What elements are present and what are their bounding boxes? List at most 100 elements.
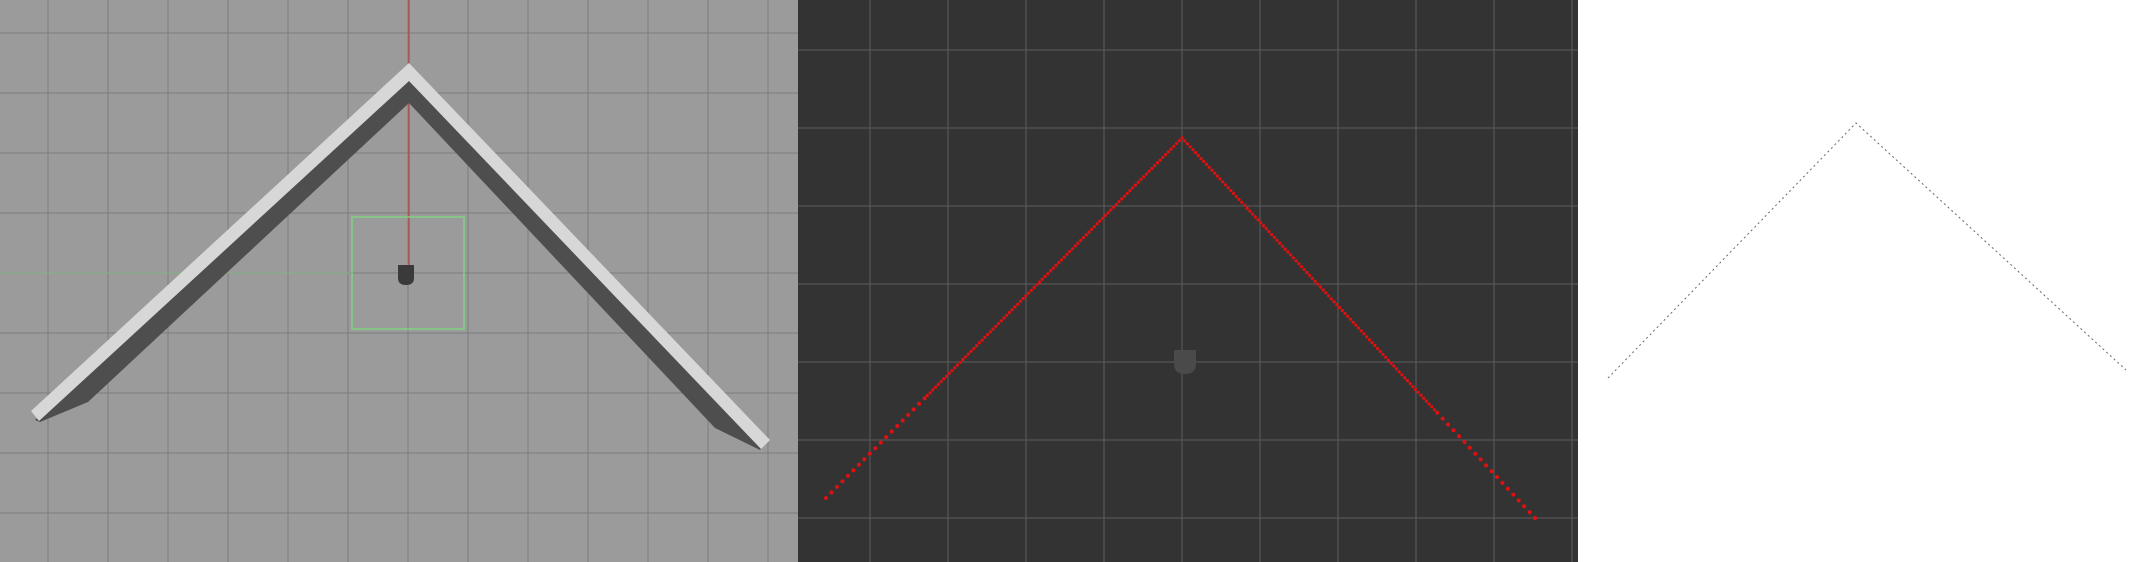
point-marker bbox=[1422, 396, 1426, 400]
point-marker bbox=[1144, 172, 1148, 176]
outline-viewport[interactable] bbox=[1578, 0, 2139, 562]
point-marker bbox=[1321, 288, 1325, 292]
point-marker bbox=[835, 484, 839, 489]
point-marker bbox=[1207, 165, 1211, 169]
point-marker bbox=[1174, 141, 1179, 146]
point-marker bbox=[867, 451, 872, 456]
outline-viewport-canvas[interactable] bbox=[1578, 0, 2139, 562]
point-marker bbox=[1043, 274, 1047, 279]
point-marker bbox=[933, 385, 938, 389]
point-marker bbox=[942, 377, 946, 381]
point-marker bbox=[1253, 215, 1257, 219]
point-marker bbox=[1310, 276, 1314, 280]
point-marker bbox=[1035, 283, 1039, 287]
point-marker bbox=[1367, 338, 1371, 342]
point-marker bbox=[1489, 469, 1494, 474]
point-marker bbox=[1155, 161, 1159, 165]
point-marker bbox=[1087, 230, 1091, 234]
point-marker bbox=[1405, 379, 1409, 383]
point-marker bbox=[824, 496, 828, 500]
point-marker bbox=[953, 366, 957, 370]
point-marker bbox=[1070, 247, 1075, 251]
point-marker bbox=[1308, 273, 1312, 277]
point-marker bbox=[1038, 280, 1042, 284]
point-marker bbox=[1384, 355, 1388, 359]
point-marker bbox=[944, 374, 949, 378]
point-marker bbox=[983, 335, 987, 339]
point-marker bbox=[1185, 142, 1189, 146]
point-marker bbox=[1150, 166, 1154, 171]
point-marker bbox=[1299, 265, 1304, 269]
points-viewport[interactable] bbox=[798, 0, 1578, 562]
point-marker bbox=[925, 393, 929, 398]
point-marker bbox=[1136, 180, 1140, 184]
point-marker bbox=[1139, 177, 1143, 182]
point-marker bbox=[1122, 194, 1127, 198]
point-marker bbox=[1495, 475, 1499, 480]
point-marker bbox=[1051, 266, 1055, 270]
point-marker bbox=[1419, 393, 1423, 397]
point-marker bbox=[1430, 405, 1434, 409]
point-marker bbox=[1054, 263, 1058, 267]
point-marker bbox=[1327, 294, 1331, 298]
point-marker bbox=[1256, 218, 1260, 222]
point-marker bbox=[906, 412, 911, 417]
point-marker bbox=[1473, 451, 1478, 456]
point-marker bbox=[1164, 153, 1168, 157]
point-marker bbox=[1251, 212, 1255, 216]
point-marker bbox=[1213, 171, 1217, 175]
point-marker bbox=[1007, 310, 1012, 315]
point-marker bbox=[1522, 504, 1527, 509]
point-marker bbox=[1451, 428, 1456, 433]
pivot-icon[interactable] bbox=[1174, 350, 1196, 374]
point-marker bbox=[1002, 316, 1006, 320]
point-marker bbox=[1240, 200, 1244, 204]
point-marker bbox=[1446, 422, 1451, 427]
point-marker bbox=[1169, 147, 1173, 151]
point-marker bbox=[1040, 277, 1044, 281]
point-marker bbox=[1505, 486, 1510, 491]
point-marker bbox=[889, 429, 894, 434]
point-marker bbox=[1335, 303, 1339, 307]
point-marker bbox=[1400, 373, 1404, 377]
point-marker bbox=[1516, 498, 1521, 503]
point-marker bbox=[1196, 153, 1200, 158]
shaded-viewport[interactable] bbox=[0, 0, 798, 562]
point-marker bbox=[873, 446, 878, 451]
point-marker bbox=[856, 462, 861, 467]
point-marker bbox=[1267, 229, 1271, 234]
point-marker bbox=[1411, 384, 1415, 389]
point-marker bbox=[1133, 183, 1137, 187]
point-marker bbox=[1332, 300, 1336, 304]
point-marker bbox=[1232, 191, 1236, 196]
point-marker bbox=[1280, 244, 1285, 248]
point-marker bbox=[1392, 364, 1396, 368]
point-marker bbox=[1125, 191, 1129, 195]
point-marker bbox=[972, 346, 976, 351]
shaded-viewport-canvas[interactable] bbox=[0, 0, 798, 562]
point-marker bbox=[1261, 224, 1266, 228]
point-marker bbox=[1354, 323, 1358, 327]
point-marker bbox=[1424, 399, 1428, 403]
point-marker bbox=[961, 357, 965, 362]
point-marker bbox=[1062, 255, 1066, 259]
point-marker bbox=[1172, 144, 1176, 148]
point-marker bbox=[980, 338, 984, 342]
point-marker bbox=[1340, 308, 1344, 313]
point-marker bbox=[1484, 463, 1489, 468]
point-marker bbox=[1084, 233, 1088, 237]
point-marker bbox=[1079, 238, 1083, 243]
point-marker bbox=[1109, 208, 1113, 212]
point-marker bbox=[1098, 219, 1102, 223]
point-marker bbox=[1027, 291, 1031, 295]
point-marker bbox=[996, 321, 1001, 326]
points-viewport-canvas[interactable] bbox=[798, 0, 1578, 562]
point-marker bbox=[1351, 320, 1355, 324]
point-marker bbox=[1032, 285, 1036, 290]
point-marker bbox=[1111, 205, 1116, 209]
point-marker bbox=[1202, 159, 1206, 163]
point-marker bbox=[862, 457, 867, 462]
pivot-icon[interactable] bbox=[398, 265, 414, 285]
point-marker bbox=[1065, 252, 1069, 256]
point-marker bbox=[840, 479, 845, 484]
